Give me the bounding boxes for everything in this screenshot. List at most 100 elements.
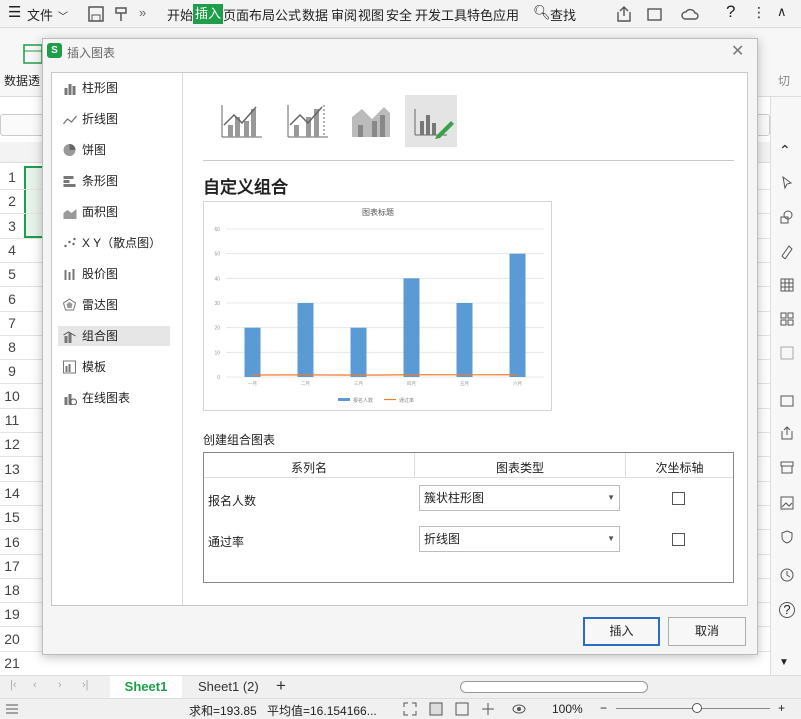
- tab-data[interactable]: 数据: [302, 5, 328, 24]
- row-number[interactable]: 8: [0, 339, 24, 355]
- menu-file[interactable]: 文件: [27, 5, 53, 24]
- row-number[interactable]: 19: [0, 606, 24, 622]
- combo-type-custom[interactable]: [405, 95, 457, 147]
- archive-icon[interactable]: [779, 459, 795, 475]
- tab-insert[interactable]: 插入: [193, 4, 223, 24]
- select-icon[interactable]: [779, 175, 795, 191]
- row-number[interactable]: 4: [0, 242, 24, 258]
- scroll-down-icon[interactable]: ▼: [779, 657, 795, 673]
- row-number[interactable]: 13: [0, 461, 24, 477]
- combo-type-clustered-line[interactable]: [214, 95, 266, 147]
- zoom-out-icon[interactable]: −: [600, 701, 607, 715]
- chevron-down-icon[interactable]: ﹀: [58, 8, 68, 23]
- row-number[interactable]: 7: [0, 315, 24, 331]
- cut-label[interactable]: 切: [778, 72, 790, 89]
- row-number[interactable]: 5: [0, 266, 24, 282]
- chart-category-item[interactable]: 模板: [58, 357, 170, 377]
- zoom-level[interactable]: 100%: [552, 702, 583, 716]
- secondary-axis-checkbox[interactable]: [672, 533, 685, 546]
- chart-category-item[interactable]: 柱形图: [58, 78, 170, 98]
- tab-developer[interactable]: 开发工具: [415, 5, 467, 24]
- row-number[interactable]: 2: [0, 193, 24, 209]
- row-number[interactable]: 11: [0, 412, 24, 428]
- row-number[interactable]: 17: [0, 558, 24, 574]
- row-number[interactable]: 16: [0, 534, 24, 550]
- add-sheet-button[interactable]: +: [276, 676, 286, 696]
- tab-review[interactable]: 审阅: [331, 5, 357, 24]
- tab-formula[interactable]: 公式: [275, 5, 301, 24]
- chart-category-item[interactable]: 条形图: [58, 171, 170, 191]
- combo-type-area-column[interactable]: [344, 95, 396, 147]
- chart-category-item[interactable]: 折线图: [58, 109, 170, 129]
- eye-icon[interactable]: [511, 701, 527, 717]
- layout-icon[interactable]: [779, 345, 795, 361]
- sheet-tab-sheet1-2[interactable]: Sheet1 (2): [198, 679, 259, 694]
- more-options-icon[interactable]: ⋮: [752, 4, 766, 21]
- chart-category-item[interactable]: 面积图: [58, 202, 170, 222]
- tab-nav-prev-icon[interactable]: ‹: [33, 679, 37, 691]
- page-break-icon[interactable]: [454, 701, 470, 717]
- tab-view[interactable]: 视图: [358, 5, 384, 24]
- selected-range[interactable]: [24, 166, 44, 238]
- normal-view-icon[interactable]: [428, 701, 444, 717]
- row-number[interactable]: 21: [0, 655, 24, 671]
- row-number[interactable]: 20: [0, 631, 24, 647]
- row-number[interactable]: 15: [0, 509, 24, 525]
- scroll-up-icon[interactable]: ⌃: [779, 142, 795, 158]
- sheet-list-icon[interactable]: [4, 701, 20, 717]
- row-number[interactable]: 3: [0, 218, 24, 234]
- tab-nav-first-icon[interactable]: |‹: [10, 679, 17, 691]
- combo-type-secondary-axis[interactable]: [280, 95, 332, 147]
- help-icon[interactable]: ?: [726, 2, 735, 22]
- row-number[interactable]: 18: [0, 582, 24, 598]
- chart-category-item[interactable]: 饼图: [58, 140, 170, 160]
- sync-icon[interactable]: [645, 4, 665, 24]
- save-icon[interactable]: [86, 4, 106, 24]
- shield-icon[interactable]: [779, 529, 795, 545]
- chart-category-item[interactable]: 股价图: [58, 264, 170, 284]
- row-number[interactable]: 12: [0, 436, 24, 452]
- tab-home[interactable]: 开始: [167, 5, 193, 24]
- collapse-icon[interactable]: ∧: [777, 4, 787, 20]
- sheet-tab-sheet1[interactable]: Sheet1: [110, 676, 182, 698]
- close-icon[interactable]: ✕: [731, 41, 744, 61]
- format-painter-icon[interactable]: [112, 4, 132, 24]
- tab-security[interactable]: 安全: [386, 5, 412, 24]
- chart-category-item[interactable]: X Y（散点图）: [58, 233, 170, 253]
- horizontal-scrollbar[interactable]: [460, 681, 648, 693]
- hamburger-icon[interactable]: ☰: [8, 3, 21, 21]
- help-circle-icon[interactable]: ?: [779, 602, 795, 618]
- row-number[interactable]: 9: [0, 363, 24, 379]
- chart-category-item[interactable]: 在线图表: [58, 388, 170, 408]
- row-number[interactable]: 1: [0, 169, 24, 185]
- image-icon[interactable]: [779, 495, 795, 511]
- cloud-icon[interactable]: [680, 4, 700, 24]
- shape-icon[interactable]: [779, 209, 795, 225]
- chart-category-item[interactable]: 组合图: [58, 326, 170, 346]
- search-label[interactable]: 查找: [550, 5, 576, 24]
- row-number[interactable]: 10: [0, 388, 24, 404]
- row-number[interactable]: 14: [0, 485, 24, 501]
- format-icon[interactable]: [779, 243, 795, 259]
- search-icon[interactable]: 🔍︎: [533, 4, 551, 21]
- grid-icon[interactable]: [779, 311, 795, 327]
- insert-button[interactable]: 插入: [583, 617, 660, 646]
- history-icon[interactable]: [779, 567, 795, 583]
- cancel-button[interactable]: 取消: [668, 617, 746, 646]
- chart-category-item[interactable]: 雷达图: [58, 295, 170, 315]
- more-icon[interactable]: »: [139, 5, 146, 20]
- share-icon[interactable]: [614, 4, 634, 24]
- fullscreen-icon[interactable]: [402, 701, 418, 717]
- page-layout-icon[interactable]: [480, 701, 496, 717]
- chart-type-select[interactable]: 折线图 ▼: [419, 526, 620, 552]
- secondary-axis-checkbox[interactable]: [672, 492, 685, 505]
- picture-icon[interactable]: [779, 393, 795, 409]
- export-icon[interactable]: [779, 425, 795, 441]
- table-icon[interactable]: [779, 277, 795, 293]
- tab-nav-next-icon[interactable]: ›: [58, 679, 62, 691]
- row-number[interactable]: 6: [0, 291, 24, 307]
- zoom-slider-handle[interactable]: [692, 703, 702, 713]
- tab-special[interactable]: 特色应用: [467, 5, 519, 24]
- pivot-label[interactable]: 数据透: [4, 72, 40, 89]
- pivot-table-icon[interactable]: [22, 43, 44, 65]
